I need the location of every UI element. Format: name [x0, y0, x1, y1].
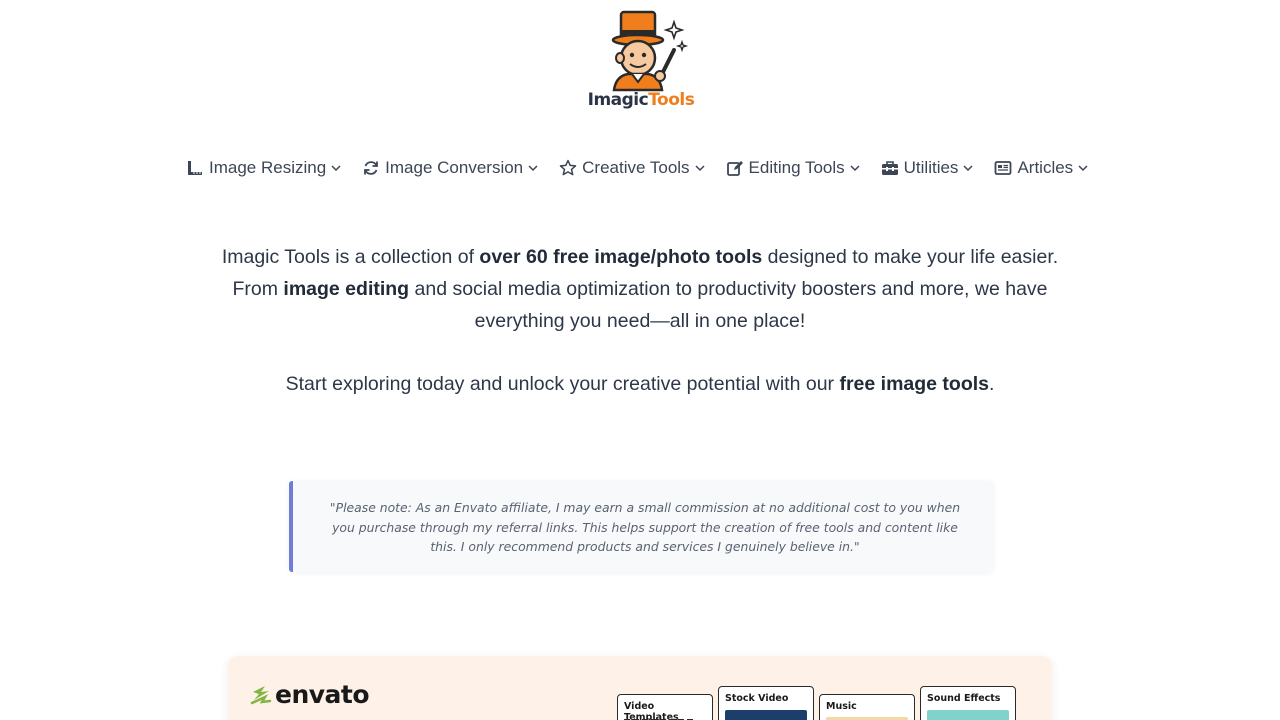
ruler-icon — [186, 159, 204, 177]
envato-leaf-icon — [250, 685, 272, 704]
card-label: Sound Effects — [927, 693, 1001, 704]
chevron-down-icon — [850, 163, 860, 173]
nav-label: Utilities — [903, 158, 959, 177]
nav-label: Articles — [1017, 158, 1074, 177]
card-thumbnail — [725, 710, 807, 720]
promo-card-sound-effects[interactable]: Sound Effects — [920, 686, 1016, 720]
envato-wordmark: envato — [275, 680, 370, 709]
nav-item-creative-tools[interactable]: Creative Tools — [559, 158, 705, 178]
newspaper-icon — [994, 159, 1012, 177]
nav-item-image-resizing[interactable]: Image Resizing — [186, 158, 341, 178]
nav-label: Image Conversion — [385, 158, 524, 177]
affiliate-disclaimer: "Please note: As an Envato affiliate, I … — [289, 481, 993, 572]
edit-icon — [726, 159, 744, 177]
brand-name-part1: Imagic — [587, 90, 649, 110]
intro-paragraph: Imagic Tools is a collection of over 60 … — [220, 241, 1060, 337]
brand-wordmark[interactable]: ImagicTools — [586, 90, 696, 110]
nav-label: Creative Tools — [582, 158, 690, 177]
intro-bold-tools: over 60 free image/photo tools — [479, 246, 763, 268]
nav-item-articles[interactable]: Articles — [994, 158, 1088, 178]
star-icon — [559, 159, 577, 177]
promo-card-video-templates[interactable]: Video Templates — [617, 694, 713, 720]
card-label: Video Templates — [624, 701, 679, 720]
card-label: Stock Video — [725, 693, 789, 704]
nav-item-editing-tools[interactable]: Editing Tools — [726, 158, 860, 178]
envato-logo[interactable]: envato — [250, 680, 370, 709]
card-thumbnail — [927, 710, 1009, 720]
toolbox-icon — [881, 159, 899, 177]
sync-icon — [362, 159, 380, 177]
nav-label: Editing Tools — [748, 158, 845, 177]
intro-bold-free-tools: free image tools — [839, 373, 990, 395]
main-nav: Image Resizing Image Conversion Creative… — [186, 156, 1088, 180]
nav-item-utilities[interactable]: Utilities — [881, 158, 974, 178]
chevron-down-icon — [528, 163, 538, 173]
chevron-down-icon — [963, 163, 973, 173]
card-label: Music — [826, 701, 857, 712]
intro-bold-editing: image editing — [283, 278, 410, 300]
intro-text: and social media optimization to product… — [409, 278, 1048, 332]
intro-text: Start exploring today and unlock your cr… — [285, 373, 840, 395]
promo-card-music[interactable]: Music — [819, 694, 915, 720]
nav-item-image-conversion[interactable]: Image Conversion — [362, 158, 538, 178]
envato-promo-banner[interactable]: envato Video Templates Stock Video Music… — [228, 656, 1052, 720]
promo-card-stock-video[interactable]: Stock Video — [718, 686, 814, 720]
brand-name-part2: Tools — [648, 90, 695, 110]
promo-subtitle-placeholder — [252, 716, 432, 720]
chevron-down-icon — [1078, 163, 1088, 173]
nav-label: Image Resizing — [209, 158, 327, 177]
intro-cta-paragraph: Start exploring today and unlock your cr… — [220, 368, 1060, 400]
intro-text: Imagic Tools is a collection of — [221, 246, 480, 268]
chevron-down-icon — [695, 163, 705, 173]
intro-text: . — [989, 373, 995, 395]
chevron-down-icon — [331, 163, 341, 173]
